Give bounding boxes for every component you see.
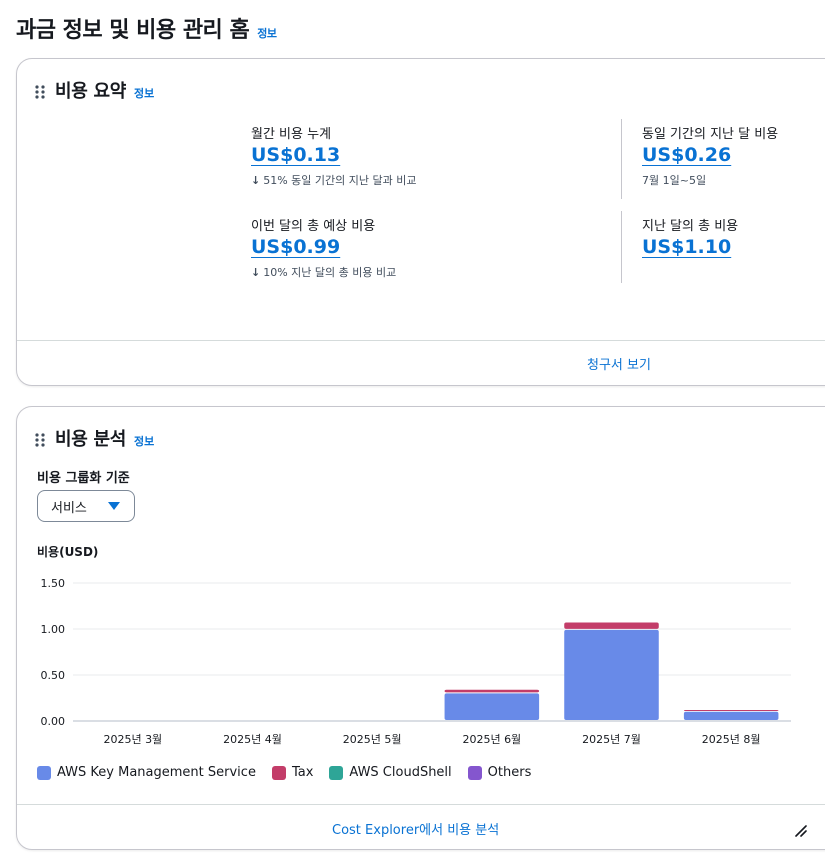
y-tick-label: 0.00 <box>41 715 66 728</box>
group-by-select[interactable]: 서비스 <box>37 490 135 522</box>
y-tick-label: 0.50 <box>41 669 66 682</box>
mtd-cost-metric: 월간 비용 누계 US$0.13 ↓ 51% 동일 기간의 지난 달과 비교 <box>251 123 416 188</box>
last-month-total-metric: 지난 달의 총 비용 US$1.10 <box>642 215 738 258</box>
last-month-same-period-value[interactable]: US$0.26 <box>642 144 731 166</box>
last-month-same-period-range: 7월 1일~5일 <box>642 174 707 187</box>
drag-handle-icon[interactable] <box>35 85 45 99</box>
cost-analysis-info-link[interactable]: 정보 <box>134 433 154 449</box>
y-axis-title: 비용(USD) <box>37 545 99 559</box>
legend-item[interactable]: AWS Key Management Service <box>37 765 256 780</box>
forecast-cost-value[interactable]: US$0.99 <box>251 236 340 258</box>
mtd-cost-comparison: ↓ 51% 동일 기간의 지난 달과 비교 <box>251 172 416 188</box>
last-month-total-value[interactable]: US$1.10 <box>642 236 731 258</box>
x-tick-label: 2025년 8월 <box>702 733 761 746</box>
y-tick-label: 1.50 <box>41 577 66 590</box>
page-title-text: 과금 정보 및 비용 관리 홈 <box>16 18 250 43</box>
legend-item[interactable]: Others <box>467 765 532 780</box>
x-tick-label: 2025년 7월 <box>582 733 641 746</box>
bar-segment <box>683 709 779 711</box>
metric-divider <box>621 119 622 199</box>
cost-bar-chart: 0.00 0.50 1.00 1.50 2025년 3월 2025년 4월 2025년 5월… <box>41 577 791 746</box>
legend-swatch <box>271 765 286 780</box>
bar-segment <box>683 711 779 720</box>
last-month-same-period-label: 동일 기간의 지난 달 비용 <box>642 127 779 142</box>
group-by-label: 비용 그룹화 기준 <box>37 471 130 486</box>
view-bill-link[interactable]: 청구서 보기 <box>587 354 651 373</box>
mtd-cost-comparison-text: 51% 동일 기간의 지난 달과 비교 <box>263 174 417 187</box>
cost-summary-header: 비용 요약 정보 <box>35 77 154 103</box>
cost-summary-info-link[interactable]: 정보 <box>134 85 154 101</box>
drag-handle-icon[interactable] <box>35 433 45 447</box>
forecast-cost-comparison-text: 10% 지난 달의 총 비용 비교 <box>263 266 397 279</box>
x-tick-label: 2025년 3월 <box>103 733 162 746</box>
legend-swatch <box>329 765 344 780</box>
page-title: 과금 정보 및 비용 관리 홈 정보 <box>16 12 277 44</box>
legend-label: Tax <box>291 765 314 780</box>
cost-summary-card: 비용 요약 정보 월간 비용 누계 US$0.13 ↓ 51% 동일 기간의 지난… <box>16 58 825 386</box>
cost-summary-title: 비용 요약 <box>55 81 127 102</box>
x-tick-label: 2025년 4월 <box>223 733 282 746</box>
legend-item[interactable]: Tax <box>271 765 314 780</box>
forecast-cost-label: 이번 달의 총 예상 비용 <box>251 219 376 234</box>
last-month-same-period-metric: 동일 기간의 지난 달 비용 US$0.26 7월 1일~5일 <box>642 123 778 188</box>
chart-legend: AWS Key Management Service Tax AWS CloudSh… <box>37 765 547 780</box>
arrow-down-icon: ↓ <box>251 174 261 187</box>
legend-item[interactable]: AWS CloudShell <box>329 765 452 780</box>
x-tick-label: 2025년 6월 <box>462 733 521 746</box>
metric-divider <box>621 211 622 283</box>
x-tick-label: 2025년 5월 <box>343 733 402 746</box>
page-info-link[interactable]: 정보 <box>257 25 277 41</box>
y-tick-label: 1.00 <box>41 623 66 636</box>
last-month-total-label: 지난 달의 총 비용 <box>642 219 739 234</box>
legend-label: AWS Key Management Service <box>57 765 256 780</box>
mtd-cost-label: 월간 비용 누계 <box>251 127 332 142</box>
card-footer-divider <box>17 340 825 341</box>
bar-segment <box>564 629 659 720</box>
cost-explorer-link[interactable]: Cost Explorer에서 비용 분석 <box>332 819 499 838</box>
bar-segment <box>564 622 659 629</box>
legend-swatch <box>467 765 482 780</box>
group-by-selected-value: 서비스 <box>51 500 87 516</box>
mtd-cost-value[interactable]: US$0.13 <box>251 144 340 166</box>
caret-down-icon <box>108 502 120 510</box>
bar-segment <box>444 693 540 720</box>
card-footer-divider <box>17 804 825 805</box>
cost-analysis-card: 비용 분석 정보 비용 그룹화 기준 서비스 비용(USD) 0.00 0.50 1… <box>16 406 825 850</box>
cost-analysis-header: 비용 분석 정보 <box>35 425 154 451</box>
forecast-cost-metric: 이번 달의 총 예상 비용 US$0.99 ↓ 10% 지난 달의 총 비용 비교 <box>251 215 396 280</box>
cost-analysis-title: 비용 분석 <box>55 429 127 450</box>
legend-label: Others <box>487 765 532 780</box>
forecast-cost-comparison: ↓ 10% 지난 달의 총 비용 비교 <box>251 264 396 280</box>
resize-handle-icon[interactable] <box>795 825 807 837</box>
arrow-down-icon: ↓ <box>251 266 261 279</box>
legend-swatch <box>37 765 51 780</box>
legend-label: AWS CloudShell <box>349 765 452 780</box>
bar-segment <box>444 689 540 693</box>
